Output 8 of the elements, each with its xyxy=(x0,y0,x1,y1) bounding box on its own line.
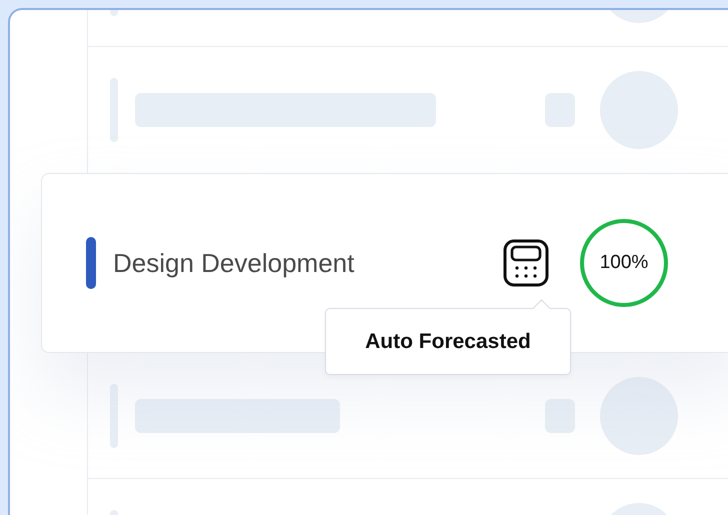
status-bar xyxy=(86,237,96,289)
task-name: Design Development xyxy=(113,248,356,278)
placeholder-square xyxy=(545,398,575,432)
placeholder-bar xyxy=(110,384,118,448)
placeholder-bar xyxy=(110,78,118,142)
calculator-icon[interactable] xyxy=(503,239,549,287)
progress-percent: 100% xyxy=(600,252,648,274)
tooltip-text: Auto Forecasted xyxy=(365,330,531,354)
